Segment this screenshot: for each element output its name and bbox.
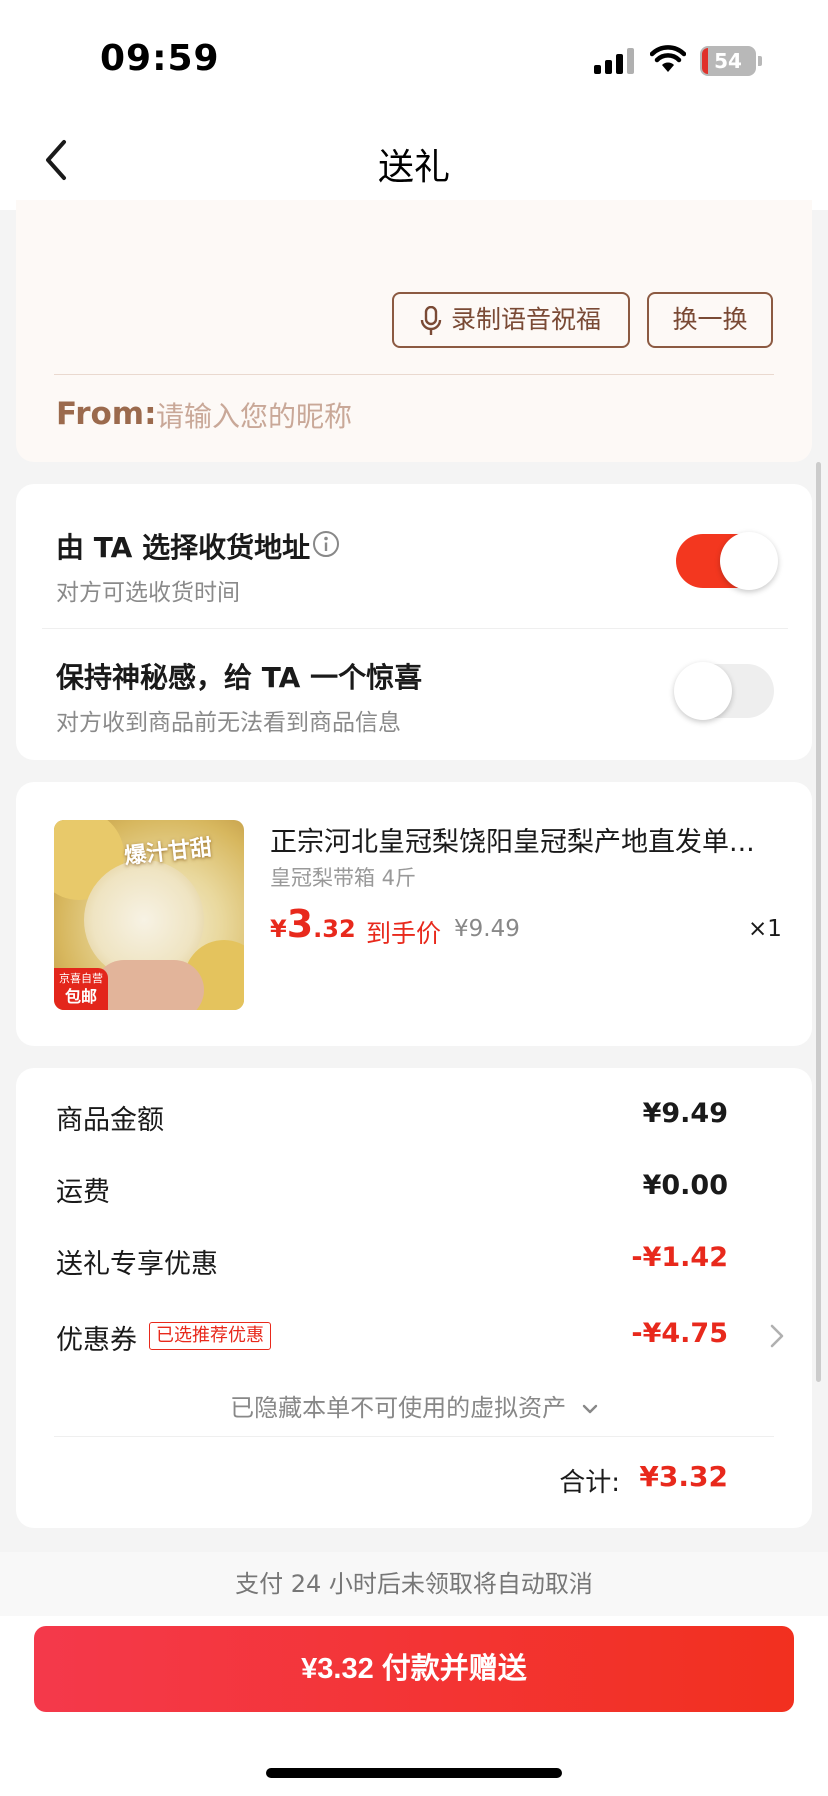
product-image[interactable]: 爆汁甘甜 京喜自营 包邮	[54, 820, 244, 1010]
cellular-signal-icon	[594, 48, 636, 74]
nickname-input[interactable]	[156, 396, 656, 436]
product-card: 爆汁甘甜 京喜自营 包邮 正宗河北皇冠梨饶阳皇冠梨产地直发单... 皇冠梨带箱 …	[16, 782, 812, 1046]
total-value: ¥3.32	[639, 1460, 728, 1493]
battery-cap	[758, 56, 762, 66]
toggle-knob	[674, 662, 732, 720]
goods-amount-value: ¥9.49	[642, 1098, 728, 1129]
total-label: 合计:	[559, 1468, 620, 1498]
final-price-tag: 到手价	[366, 919, 442, 948]
status-time: 09:59	[100, 38, 220, 79]
divider	[54, 374, 774, 375]
product-quantity: ×1	[748, 916, 782, 942]
recipient-address-toggle[interactable]	[676, 532, 778, 590]
recipient-address-title: 由 TA 选择收货地址	[56, 531, 311, 564]
divider	[54, 1436, 774, 1437]
home-indicator	[266, 1768, 562, 1778]
gift-options-card: 由 TA 选择收货地址 对方可选收货时间 保持神秘感，给 TA 一个惊喜 对方收…	[16, 484, 812, 760]
pay-and-gift-button[interactable]: ¥3.32 付款并赠送	[34, 1626, 794, 1712]
coupon-label: 优惠券	[56, 1325, 137, 1356]
shipping-value: ¥0.00	[642, 1170, 728, 1201]
original-price: ¥9.49	[454, 916, 520, 942]
swap-message-button[interactable]: 换一换	[647, 292, 773, 348]
scrollbar[interactable]	[816, 462, 821, 1382]
hidden-assets-toggle[interactable]: 已隐藏本单不可使用的虚拟资产	[16, 1388, 812, 1423]
status-bar: 09:59 54	[0, 0, 828, 110]
surprise-title: 保持神秘感，给 TA 一个惊喜	[56, 661, 423, 694]
microphone-icon	[420, 306, 442, 335]
bottom-bar: 支付 24 小时后未领取将自动取消 ¥3.32 付款并赠送	[0, 1552, 828, 1796]
auto-cancel-notice: 支付 24 小时后未领取将自动取消	[0, 1552, 828, 1616]
coupon-recommended-badge: 已选推荐优惠	[149, 1322, 271, 1350]
toggle-knob	[720, 532, 778, 590]
hidden-assets-label: 已隐藏本单不可使用的虚拟资产	[230, 1394, 567, 1422]
recipient-address-subtitle: 对方可选收货时间	[56, 580, 240, 606]
battery-level: 54	[714, 49, 742, 73]
goods-amount-label: 商品金额	[56, 1105, 164, 1136]
gift-discount-value: -¥1.42	[631, 1242, 728, 1273]
coupon-value[interactable]: -¥4.75	[631, 1318, 728, 1349]
surprise-toggle[interactable]	[674, 662, 774, 720]
product-price: ¥3.32	[270, 902, 356, 946]
product-title[interactable]: 正宗河北皇冠梨饶阳皇冠梨产地直发单...	[270, 820, 790, 859]
record-voice-button[interactable]: 录制语音祝福	[392, 292, 630, 348]
product-image-badge: 京喜自营 包邮	[54, 968, 108, 1010]
record-voice-label: 录制语音祝福	[450, 305, 601, 334]
divider	[42, 628, 788, 629]
from-label: From:	[56, 396, 157, 432]
chevron-right-icon[interactable]	[768, 1322, 786, 1350]
surprise-subtitle: 对方收到商品前无法看到商品信息	[56, 710, 401, 736]
gift-discount-label: 送礼专享优惠	[56, 1249, 218, 1280]
order-summary-card: 商品金额 ¥9.49 运费 ¥0.00 送礼专享优惠 -¥1.42 优惠券 已选…	[16, 1068, 812, 1528]
nav-bar: 送礼	[0, 110, 828, 210]
shipping-label: 运费	[56, 1177, 110, 1208]
product-image-slogan: 爆汁甘甜	[123, 835, 214, 870]
wifi-icon	[650, 45, 686, 72]
info-icon[interactable]	[312, 530, 340, 558]
gift-message-card: 录制语音祝福 换一换 From:	[16, 200, 812, 462]
page-title: 送礼	[377, 147, 450, 188]
chevron-down-icon	[582, 1404, 598, 1414]
product-spec: 皇冠梨带箱 4斤	[270, 866, 417, 890]
battery-icon: 54	[700, 46, 756, 76]
